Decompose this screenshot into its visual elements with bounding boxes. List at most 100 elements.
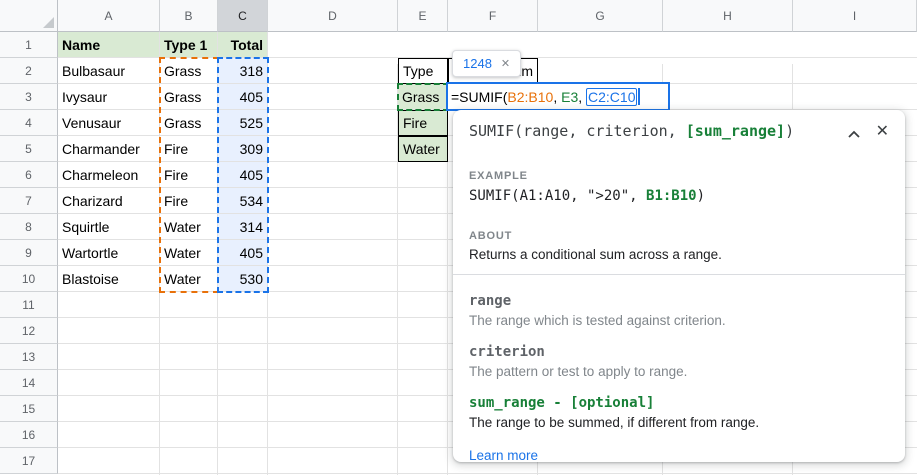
cell-e4[interactable]: Fire (398, 110, 448, 136)
column-header-d[interactable]: D (268, 0, 398, 32)
column-header-e[interactable]: E (398, 0, 448, 32)
function-signature: SUMIF(range, criterion, [sum_range]) (469, 122, 832, 140)
row-header-17[interactable]: 17 (0, 448, 58, 474)
cell-c1[interactable]: Total (218, 32, 268, 58)
column-header-g[interactable]: G (538, 0, 663, 32)
column-header-h[interactable]: H (663, 0, 793, 32)
formula-separator: , (553, 89, 561, 105)
param-criterion-desc: The pattern or test to apply to range. (469, 363, 889, 381)
collapse-chevron-up-icon[interactable] (848, 122, 860, 144)
column-header-b[interactable]: B (160, 0, 218, 32)
param-sum-range-desc: The range to be summed, if different fro… (469, 414, 889, 432)
formula-range1-token: B2:B10 (507, 89, 553, 105)
about-text: Returns a conditional sum across a range… (469, 246, 889, 264)
formula-sumrange-token: C2:C10 (586, 88, 637, 106)
cell-c10[interactable]: 530 (218, 266, 268, 292)
cell-b1[interactable]: Type 1 (160, 32, 218, 58)
cell-b5[interactable]: Fire (160, 136, 218, 162)
example-label: EXAMPLE (469, 170, 889, 182)
row-header-14[interactable]: 14 (0, 370, 58, 396)
cell-b2[interactable]: Grass (160, 58, 218, 84)
param-range: range The range which is tested against … (469, 293, 889, 330)
cell-b6[interactable]: Fire (160, 162, 218, 188)
example-post: ) (697, 188, 705, 204)
spreadsheet-app: A B C D E F G H I 1 2 3 4 5 6 7 8 9 10 1… (0, 0, 917, 475)
about-label: ABOUT (469, 230, 889, 242)
cell-b3[interactable]: Grass (160, 84, 218, 110)
formula-result-value: 1248 (463, 56, 492, 71)
row-header-2[interactable]: 2 (0, 58, 58, 84)
popup-close-icon[interactable]: ✕ (876, 122, 889, 142)
learn-more-link[interactable]: Learn more (469, 448, 889, 462)
row-header-6[interactable]: 6 (0, 162, 58, 188)
formula-separator: , (578, 89, 586, 105)
function-help-popup: SUMIF(range, criterion, [sum_range]) ✕ E… (453, 110, 905, 462)
column-header-a[interactable]: A (58, 0, 160, 32)
cell-b7[interactable]: Fire (160, 188, 218, 214)
formula-criterion-token: E3 (561, 89, 578, 105)
cell-a8[interactable]: Squirtle (58, 214, 160, 240)
row-header-11[interactable]: 11 (0, 292, 58, 318)
cell-e5[interactable]: Water (398, 136, 448, 162)
example-code: SUMIF(A1:A10, ">20", B1:B10) (469, 188, 889, 204)
param-criterion-name: criterion (469, 344, 889, 360)
cell-a9[interactable]: Wartortle (58, 240, 160, 266)
cell-b8[interactable]: Water (160, 214, 218, 240)
cell-c4[interactable]: 525 (218, 110, 268, 136)
select-all-triangle-icon (43, 17, 54, 28)
cell-c3[interactable]: 405 (218, 84, 268, 110)
param-range-desc: The range which is tested against criter… (469, 312, 889, 330)
cell-a2[interactable]: Bulbasaur (58, 58, 160, 84)
cell-a3[interactable]: Ivysaur (58, 84, 160, 110)
cell-a7[interactable]: Charizard (58, 188, 160, 214)
row-header-7[interactable]: 7 (0, 188, 58, 214)
row-header-3[interactable]: 3 (0, 84, 58, 110)
example-highlight: B1:B10 (646, 188, 697, 204)
signature-post: ) (785, 122, 794, 140)
cell-a6[interactable]: Charmeleon (58, 162, 160, 188)
cell-a1[interactable]: Name (58, 32, 160, 58)
formula-result-chip: 1248 ✕ (452, 50, 521, 77)
chip-close-icon[interactable]: ✕ (501, 57, 510, 70)
cell-c2[interactable]: 318 (218, 58, 268, 84)
select-all-corner[interactable] (0, 0, 58, 32)
row-header-5[interactable]: 5 (0, 136, 58, 162)
cell-c6[interactable]: 405 (218, 162, 268, 188)
cell-b4[interactable]: Grass (160, 110, 218, 136)
row-header-8[interactable]: 8 (0, 214, 58, 240)
row-header-13[interactable]: 13 (0, 344, 58, 370)
signature-pre: SUMIF(range, criterion, (469, 122, 686, 140)
row-header-16[interactable]: 16 (0, 422, 58, 448)
param-sum-range: sum_range - [optional] The range to be s… (469, 395, 889, 432)
row-header-10[interactable]: 10 (0, 266, 58, 292)
cell-c5[interactable]: 309 (218, 136, 268, 162)
cell-a5[interactable]: Charmander (58, 136, 160, 162)
column-header-i[interactable]: I (793, 0, 917, 32)
cell-c7[interactable]: 534 (218, 188, 268, 214)
row-header-1[interactable]: 1 (0, 32, 58, 58)
cell-b9[interactable]: Water (160, 240, 218, 266)
cell-e2[interactable]: Type (398, 58, 448, 84)
cell-e3[interactable]: Grass (398, 84, 448, 110)
cell-a10[interactable]: Blastoise (58, 266, 160, 292)
function-help-header: SUMIF(range, criterion, [sum_range]) ✕ (469, 122, 889, 144)
example-pre: SUMIF(A1:A10, ">20", (469, 188, 646, 204)
row-header-4[interactable]: 4 (0, 110, 58, 136)
row-header-15[interactable]: 15 (0, 396, 58, 422)
column-header-f[interactable]: F (448, 0, 538, 32)
cell-c9[interactable]: 405 (218, 240, 268, 266)
param-sum-range-name: sum_range - [optional] (469, 395, 889, 411)
cell-a4[interactable]: Venusaur (58, 110, 160, 136)
signature-optional-arg: [sum_range] (686, 122, 785, 140)
column-header-c[interactable]: C (218, 0, 268, 32)
cell-b10[interactable]: Water (160, 266, 218, 292)
text-cursor (638, 88, 640, 105)
formula-prefix: =SUMIF( (451, 89, 507, 105)
formula-editor[interactable]: =SUMIF(B2:B10, E3, C2:C10 (446, 82, 670, 111)
row-header-12[interactable]: 12 (0, 318, 58, 344)
param-criterion: criterion The pattern or test to apply t… (469, 344, 889, 381)
row-header-9[interactable]: 9 (0, 240, 58, 266)
popup-divider (453, 274, 905, 275)
param-range-name: range (469, 293, 889, 309)
cell-c8[interactable]: 314 (218, 214, 268, 240)
